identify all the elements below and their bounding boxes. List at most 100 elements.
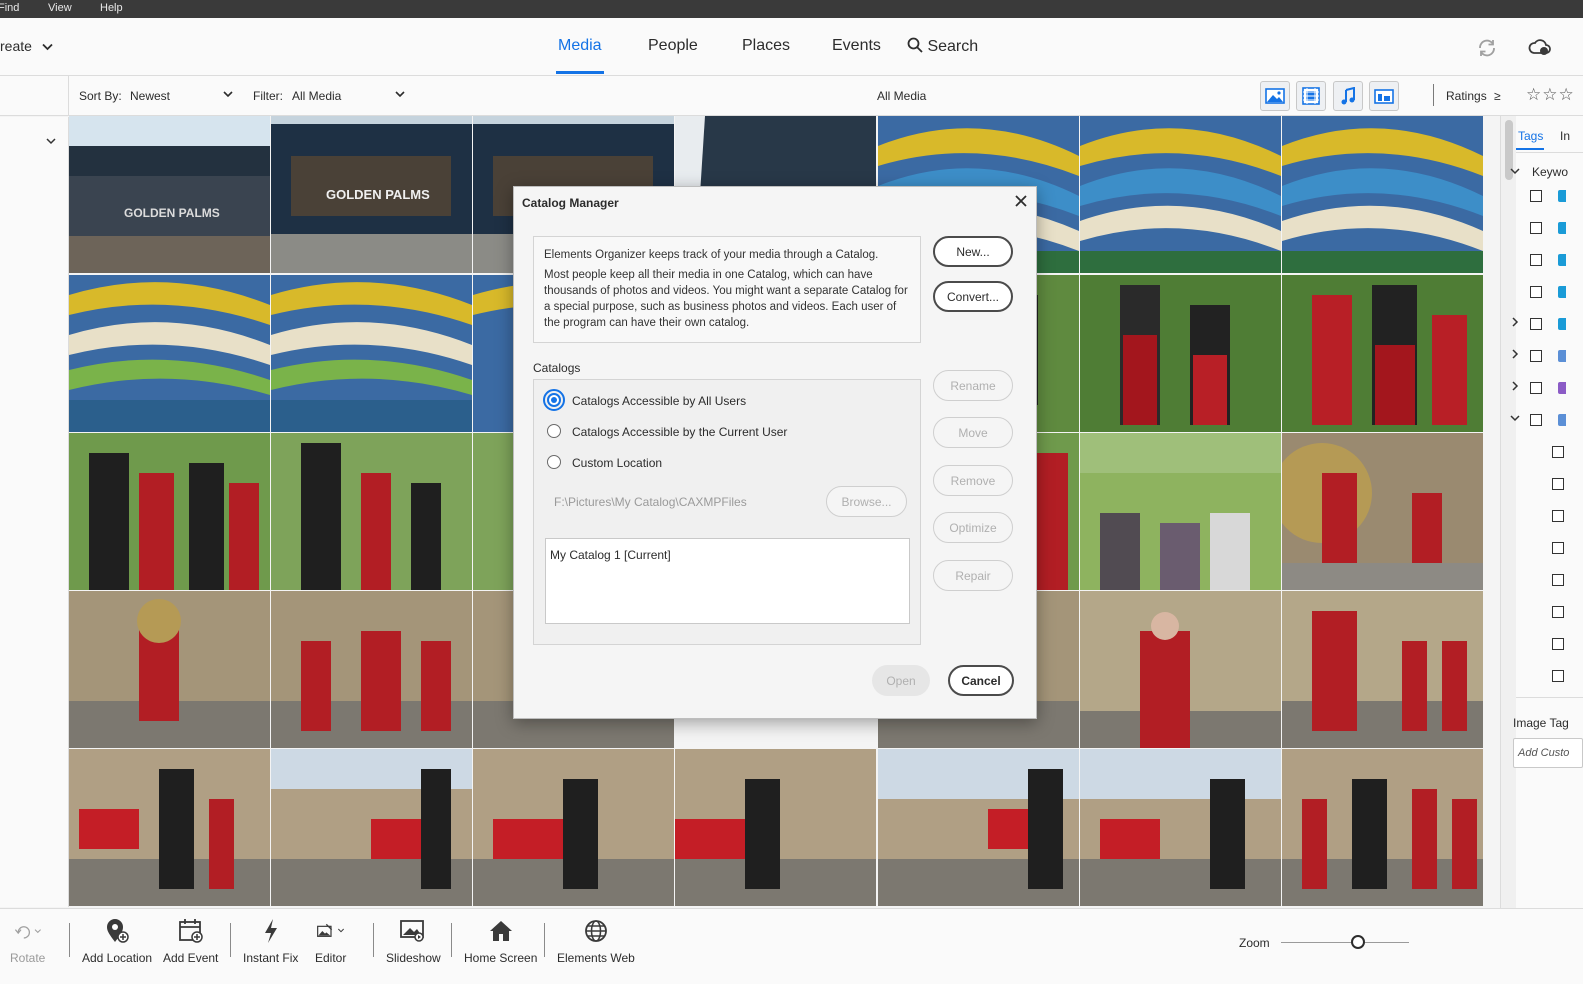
zoom-slider[interactable] [1281, 942, 1409, 943]
tag-checkbox[interactable] [1530, 318, 1542, 330]
tag-checkbox[interactable] [1530, 254, 1542, 266]
elements-web-button[interactable]: Elements Web [557, 917, 635, 965]
menu-find[interactable]: Find [0, 2, 19, 14]
tag-checkbox[interactable] [1530, 286, 1542, 298]
photo-thumbnail[interactable] [1080, 433, 1281, 590]
tag-checkbox[interactable] [1552, 478, 1564, 490]
tab-events[interactable]: Events [832, 37, 881, 55]
tag-checkbox[interactable] [1552, 542, 1564, 554]
photo-thumbnail[interactable] [69, 591, 270, 748]
photo-thumbnail[interactable]: GOLDEN PALMS [69, 116, 270, 273]
add-event-button[interactable]: Add Event [163, 917, 218, 965]
photo-thumbnail[interactable] [271, 275, 472, 432]
menu-help[interactable]: Help [100, 2, 123, 14]
tab-media[interactable]: Media [558, 37, 602, 55]
photo-thumbnail[interactable] [1282, 116, 1483, 273]
chevron-right-icon[interactable] [1511, 349, 1519, 359]
tag-checkbox[interactable] [1552, 510, 1564, 522]
open-button[interactable]: Open [872, 665, 930, 696]
cloud-icon[interactable] [1528, 37, 1551, 59]
convert-button[interactable]: Convert... [933, 281, 1013, 312]
rename-button[interactable]: Rename [933, 370, 1013, 401]
photo-thumbnail[interactable] [1080, 275, 1281, 432]
add-custom-tag-input[interactable]: Add Custo [1513, 738, 1583, 768]
chevron-down-icon[interactable] [394, 88, 406, 100]
close-icon[interactable] [1013, 193, 1029, 209]
radio-all-users[interactable] [547, 393, 561, 407]
chevron-down-icon[interactable] [46, 137, 56, 145]
divider [544, 923, 545, 957]
catalog-list[interactable]: My Catalog 1 [Current] [545, 538, 910, 624]
ratings-operator[interactable]: ≥ [1494, 89, 1501, 103]
tag-checkbox[interactable] [1552, 606, 1564, 618]
cancel-button[interactable]: Cancel [948, 665, 1014, 696]
photo-thumbnail[interactable] [69, 433, 270, 590]
editor-button[interactable]: Editor [315, 917, 346, 965]
optimize-button[interactable]: Optimize [933, 512, 1013, 543]
chevron-right-icon[interactable] [1511, 317, 1519, 327]
radio-current-user[interactable] [547, 424, 561, 438]
tab-tags[interactable]: Tags [1518, 129, 1543, 143]
videos-filter-button[interactable] [1296, 81, 1326, 111]
chevron-down-icon[interactable] [1510, 167, 1520, 175]
tag-checkbox[interactable] [1530, 190, 1542, 202]
catalog-list-item[interactable]: My Catalog 1 [Current] [550, 548, 905, 562]
zoom-slider-handle[interactable] [1351, 935, 1365, 949]
photo-thumbnail[interactable] [1282, 591, 1483, 748]
projects-filter-button[interactable] [1369, 81, 1399, 111]
photo-thumbnail[interactable] [1282, 433, 1483, 590]
instant-fix-button[interactable]: Instant Fix [243, 917, 298, 965]
photo-thumbnail[interactable] [69, 749, 270, 906]
radio-custom-location[interactable] [547, 455, 561, 469]
tab-places[interactable]: Places [742, 37, 790, 55]
move-button[interactable]: Move [933, 417, 1013, 448]
new-catalog-button[interactable]: New... [933, 236, 1013, 267]
photo-thumbnail[interactable] [69, 275, 270, 432]
photo-thumbnail[interactable] [1282, 749, 1483, 906]
tag-checkbox[interactable] [1552, 638, 1564, 650]
slideshow-button[interactable]: Slideshow [386, 917, 441, 965]
photo-thumbnail[interactable] [675, 749, 876, 906]
tag-checkbox[interactable] [1530, 382, 1542, 394]
photo-thumbnail[interactable] [1080, 116, 1281, 273]
sort-by-select[interactable]: Newest [130, 89, 170, 103]
tag-checkbox[interactable] [1552, 446, 1564, 458]
radio-all-users-label[interactable]: Catalogs Accessible by All Users [572, 394, 746, 408]
tag-checkbox[interactable] [1530, 414, 1542, 426]
browse-button[interactable]: Browse... [826, 486, 907, 517]
radio-custom-location-label[interactable]: Custom Location [572, 456, 662, 470]
tab-people[interactable]: People [648, 37, 698, 55]
photo-thumbnail[interactable] [271, 591, 472, 748]
radio-current-user-label[interactable]: Catalogs Accessible by the Current User [572, 425, 787, 439]
tab-info[interactable]: In [1560, 129, 1570, 143]
rotate-button[interactable]: Rotate [10, 917, 45, 965]
tag-checkbox[interactable] [1552, 670, 1564, 682]
grid-scrollbar[interactable] [1500, 116, 1516, 908]
create-button[interactable]: reate [0, 38, 53, 54]
ratings-stars[interactable]: ☆☆☆ [1526, 85, 1575, 105]
photo-thumbnail[interactable] [1282, 275, 1483, 432]
add-location-button[interactable]: Add Location [82, 917, 152, 965]
chevron-down-icon[interactable] [1510, 414, 1520, 422]
photo-thumbnail[interactable] [1080, 591, 1281, 748]
chevron-right-icon[interactable] [1511, 381, 1519, 391]
photo-thumbnail[interactable] [271, 749, 472, 906]
audio-filter-button[interactable] [1333, 81, 1363, 111]
sync-icon[interactable] [1476, 37, 1498, 59]
home-screen-button[interactable]: Home Screen [464, 917, 537, 965]
search-button[interactable]: Search [907, 37, 978, 56]
menu-view[interactable]: View [48, 2, 72, 14]
chevron-down-icon[interactable] [222, 88, 234, 100]
photo-thumbnail[interactable] [271, 433, 472, 590]
photo-thumbnail[interactable] [473, 749, 674, 906]
tag-checkbox[interactable] [1552, 574, 1564, 586]
photo-thumbnail[interactable] [878, 749, 1079, 906]
photo-thumbnail[interactable] [1080, 749, 1281, 906]
remove-button[interactable]: Remove [933, 465, 1013, 496]
tag-checkbox[interactable] [1530, 350, 1542, 362]
repair-button[interactable]: Repair [933, 560, 1013, 591]
filter-select[interactable]: All Media [292, 89, 341, 103]
tag-checkbox[interactable] [1530, 222, 1542, 234]
photo-thumbnail[interactable]: GOLDEN PALMS [271, 116, 472, 273]
photos-filter-button[interactable] [1260, 81, 1290, 111]
